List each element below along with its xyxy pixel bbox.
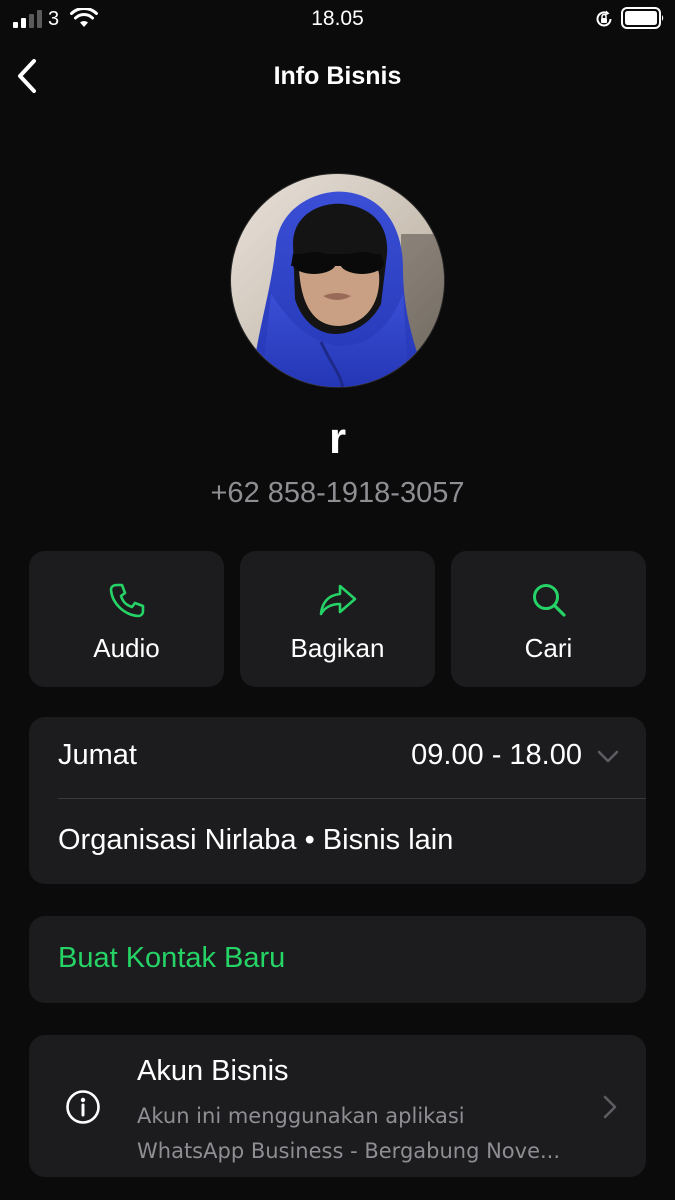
business-account-description: Akun ini menggunakan aplikasi WhatsApp B… xyxy=(137,1099,592,1169)
search-label: Cari xyxy=(524,633,573,663)
new-contact-label: Buat Kontak Baru xyxy=(58,942,286,974)
business-account-description-line2: WhatsApp Business - Bergabung Nove... xyxy=(137,1139,561,1163)
nav-bar: Info Bisnis xyxy=(0,50,675,102)
business-account-row[interactable]: Akun Bisnis Akun ini menggunakan aplikas… xyxy=(29,1035,646,1177)
info-icon xyxy=(66,1090,100,1124)
status-bar: 3 18.05 xyxy=(0,0,675,38)
share-arrow-icon xyxy=(319,584,356,616)
share-label: Bagikan xyxy=(290,633,385,663)
phone-icon xyxy=(109,583,144,618)
search-button[interactable]: Cari xyxy=(451,551,646,687)
business-hours-card: Jumat 09.00 - 18.00 Organisasi Nirlaba •… xyxy=(29,717,646,884)
audio-label: Audio xyxy=(93,633,160,663)
business-hours-row[interactable]: Jumat 09.00 - 18.00 xyxy=(29,717,646,799)
hours-time: 09.00 - 18.00 xyxy=(411,739,582,771)
battery-icon xyxy=(621,7,664,29)
rotation-lock-icon xyxy=(596,10,612,27)
chevron-down-icon xyxy=(597,750,619,763)
divider xyxy=(58,798,646,799)
search-icon xyxy=(532,584,566,617)
profile-name: r xyxy=(328,414,347,463)
page-title: Info Bisnis xyxy=(273,62,402,90)
business-account-title: Akun Bisnis xyxy=(137,1055,289,1087)
status-time: 18.05 xyxy=(311,7,364,30)
business-account-description-line1: Akun ini menggunakan aplikasi xyxy=(137,1104,465,1128)
audio-call-button[interactable]: Audio xyxy=(29,551,224,687)
business-category: Organisasi Nirlaba • Bisnis lain xyxy=(58,824,454,856)
new-contact-button[interactable]: Buat Kontak Baru xyxy=(29,916,646,1003)
share-button[interactable]: Bagikan xyxy=(240,551,435,687)
hours-day: Jumat xyxy=(58,739,137,771)
chevron-right-icon xyxy=(603,1095,617,1119)
avatar[interactable] xyxy=(230,173,445,388)
profile-phone: +62 858-1918-3057 xyxy=(210,477,465,509)
avatar-photo xyxy=(231,174,444,387)
